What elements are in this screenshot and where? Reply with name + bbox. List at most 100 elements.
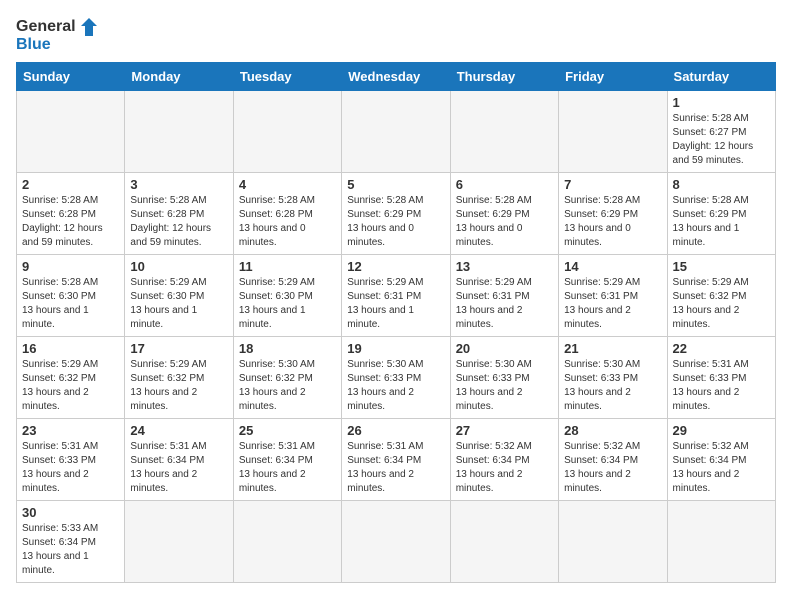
calendar-cell: 2 Sunrise: 5:28 AMSunset: 6:28 PMDaylight… — [17, 172, 125, 254]
calendar-cell — [667, 500, 775, 582]
calendar-week-row: 23 Sunrise: 5:31 AMSunset: 6:33 PM13 hour… — [17, 418, 776, 500]
day-number: 14 — [564, 259, 661, 274]
weekday-header: Saturday — [667, 62, 775, 90]
day-number: 3 — [130, 177, 227, 192]
calendar-cell — [450, 500, 558, 582]
day-number: 28 — [564, 423, 661, 438]
day-info: Sunrise: 5:31 AMSunset: 6:34 PM13 hours … — [130, 440, 227, 496]
calendar-cell — [342, 90, 450, 172]
day-number: 17 — [130, 341, 227, 356]
weekday-header: Wednesday — [342, 62, 450, 90]
calendar-cell: 26 Sunrise: 5:31 AMSunset: 6:34 PM13 hour… — [342, 418, 450, 500]
calendar-cell: 24 Sunrise: 5:31 AMSunset: 6:34 PM13 hour… — [125, 418, 233, 500]
calendar-cell: 1 Sunrise: 5:28 AMSunset: 6:27 PMDaylight… — [667, 90, 775, 172]
calendar-cell — [233, 90, 341, 172]
day-info: Sunrise: 5:31 AMSunset: 6:34 PM13 hours … — [347, 440, 444, 496]
day-info: Sunrise: 5:28 AMSunset: 6:28 PMDaylight:… — [22, 194, 119, 250]
day-info: Sunrise: 5:29 AMSunset: 6:32 PM13 hours … — [130, 358, 227, 414]
calendar-week-row: 2 Sunrise: 5:28 AMSunset: 6:28 PMDaylight… — [17, 172, 776, 254]
day-number: 18 — [239, 341, 336, 356]
day-number: 15 — [673, 259, 770, 274]
day-info: Sunrise: 5:28 AMSunset: 6:29 PM13 hours … — [456, 194, 553, 250]
calendar-cell: 8Sunrise: 5:28 AMSunset: 6:29 PM13 hours… — [667, 172, 775, 254]
calendar-cell — [342, 500, 450, 582]
day-info: Sunrise: 5:28 AMSunset: 6:28 PM13 hours … — [239, 194, 336, 250]
day-info: Sunrise: 5:29 AMSunset: 6:30 PM13 hours … — [130, 276, 227, 332]
day-number: 12 — [347, 259, 444, 274]
calendar-cell: 7 Sunrise: 5:28 AMSunset: 6:29 PM13 hours… — [559, 172, 667, 254]
calendar-cell: 10 Sunrise: 5:29 AMSunset: 6:30 PM13 hour… — [125, 254, 233, 336]
day-info: Sunrise: 5:28 AMSunset: 6:29 PM13 hours … — [564, 194, 661, 250]
logo: General Blue — [16, 16, 100, 54]
day-number: 25 — [239, 423, 336, 438]
day-info: Sunrise: 5:33 AMSunset: 6:34 PM13 hours … — [22, 522, 119, 578]
day-number: 13 — [456, 259, 553, 274]
day-number: 2 — [22, 177, 119, 192]
weekday-header: Sunday — [17, 62, 125, 90]
day-number: 23 — [22, 423, 119, 438]
day-number: 8 — [673, 177, 770, 192]
day-number: 1 — [673, 95, 770, 110]
calendar-cell: 20 Sunrise: 5:30 AMSunset: 6:33 PM13 hour… — [450, 336, 558, 418]
day-info: Sunrise: 5:32 AMSunset: 6:34 PM13 hours … — [456, 440, 553, 496]
calendar-cell — [125, 500, 233, 582]
calendar-cell — [17, 90, 125, 172]
day-number: 6 — [456, 177, 553, 192]
day-number: 10 — [130, 259, 227, 274]
day-info: Sunrise: 5:29 AMSunset: 6:31 PM13 hours … — [347, 276, 444, 332]
calendar-table: SundayMondayTuesdayWednesdayThursdayFrid… — [16, 62, 776, 583]
day-number: 21 — [564, 341, 661, 356]
day-number: 7 — [564, 177, 661, 192]
calendar-cell: 16 Sunrise: 5:29 AMSunset: 6:32 PM13 hour… — [17, 336, 125, 418]
day-info: Sunrise: 5:30 AMSunset: 6:33 PM13 hours … — [456, 358, 553, 414]
calendar-cell: 27 Sunrise: 5:32 AMSunset: 6:34 PM13 hour… — [450, 418, 558, 500]
page-header: General Blue — [16, 16, 776, 54]
day-info: Sunrise: 5:28 AMSunset: 6:30 PM13 hours … — [22, 276, 119, 332]
calendar-cell: 3 Sunrise: 5:28 AMSunset: 6:28 PMDaylight… — [125, 172, 233, 254]
day-info: Sunrise: 5:31 AMSunset: 6:33 PM13 hours … — [22, 440, 119, 496]
day-info: Sunrise: 5:29 AMSunset: 6:30 PM13 hours … — [239, 276, 336, 332]
day-number: 16 — [22, 341, 119, 356]
calendar-cell: 13Sunrise: 5:29 AMSunset: 6:31 PM13 hour… — [450, 254, 558, 336]
calendar-week-row: 1 Sunrise: 5:28 AMSunset: 6:27 PMDaylight… — [17, 90, 776, 172]
day-info: Sunrise: 5:29 AMSunset: 6:32 PM13 hours … — [22, 358, 119, 414]
calendar-cell: 19Sunrise: 5:30 AMSunset: 6:33 PM13 hour… — [342, 336, 450, 418]
calendar-cell — [233, 500, 341, 582]
day-number: 29 — [673, 423, 770, 438]
day-info: Sunrise: 5:31 AMSunset: 6:34 PM13 hours … — [239, 440, 336, 496]
day-number: 11 — [239, 259, 336, 274]
calendar-cell: 4Sunrise: 5:28 AMSunset: 6:28 PM13 hours… — [233, 172, 341, 254]
day-info: Sunrise: 5:30 AMSunset: 6:33 PM13 hours … — [564, 358, 661, 414]
weekday-header: Monday — [125, 62, 233, 90]
weekday-header: Thursday — [450, 62, 558, 90]
calendar-header: SundayMondayTuesdayWednesdayThursdayFrid… — [17, 62, 776, 90]
day-number: 24 — [130, 423, 227, 438]
calendar-cell: 9 Sunrise: 5:28 AMSunset: 6:30 PM13 hours… — [17, 254, 125, 336]
calendar-cell: 14 Sunrise: 5:29 AMSunset: 6:31 PM13 hour… — [559, 254, 667, 336]
logo-arrow-icon — [78, 16, 100, 38]
day-info: Sunrise: 5:32 AMSunset: 6:34 PM13 hours … — [564, 440, 661, 496]
day-number: 26 — [347, 423, 444, 438]
day-number: 20 — [456, 341, 553, 356]
calendar-cell: 30Sunrise: 5:33 AMSunset: 6:34 PM13 hour… — [17, 500, 125, 582]
day-info: Sunrise: 5:29 AMSunset: 6:31 PM13 hours … — [564, 276, 661, 332]
logo-general: General — [16, 18, 76, 36]
calendar-cell: 29Sunrise: 5:32 AMSunset: 6:34 PM13 hour… — [667, 418, 775, 500]
calendar-cell: 6 Sunrise: 5:28 AMSunset: 6:29 PM13 hours… — [450, 172, 558, 254]
day-number: 22 — [673, 341, 770, 356]
calendar-cell: 18 Sunrise: 5:30 AMSunset: 6:32 PM13 hour… — [233, 336, 341, 418]
day-info: Sunrise: 5:28 AMSunset: 6:28 PMDaylight:… — [130, 194, 227, 250]
calendar-cell: 23 Sunrise: 5:31 AMSunset: 6:33 PM13 hour… — [17, 418, 125, 500]
calendar-cell: 12 Sunrise: 5:29 AMSunset: 6:31 PM13 hour… — [342, 254, 450, 336]
day-info: Sunrise: 5:28 AMSunset: 6:27 PMDaylight:… — [673, 112, 770, 168]
calendar-cell — [559, 500, 667, 582]
calendar-cell: 15Sunrise: 5:29 AMSunset: 6:32 PM13 hour… — [667, 254, 775, 336]
weekday-header: Friday — [559, 62, 667, 90]
weekday-header: Tuesday — [233, 62, 341, 90]
calendar-cell: 25 Sunrise: 5:31 AMSunset: 6:34 PM13 hour… — [233, 418, 341, 500]
calendar-cell — [450, 90, 558, 172]
day-number: 27 — [456, 423, 553, 438]
day-number: 9 — [22, 259, 119, 274]
day-info: Sunrise: 5:31 AMSunset: 6:33 PM13 hours … — [673, 358, 770, 414]
day-info: Sunrise: 5:30 AMSunset: 6:32 PM13 hours … — [239, 358, 336, 414]
